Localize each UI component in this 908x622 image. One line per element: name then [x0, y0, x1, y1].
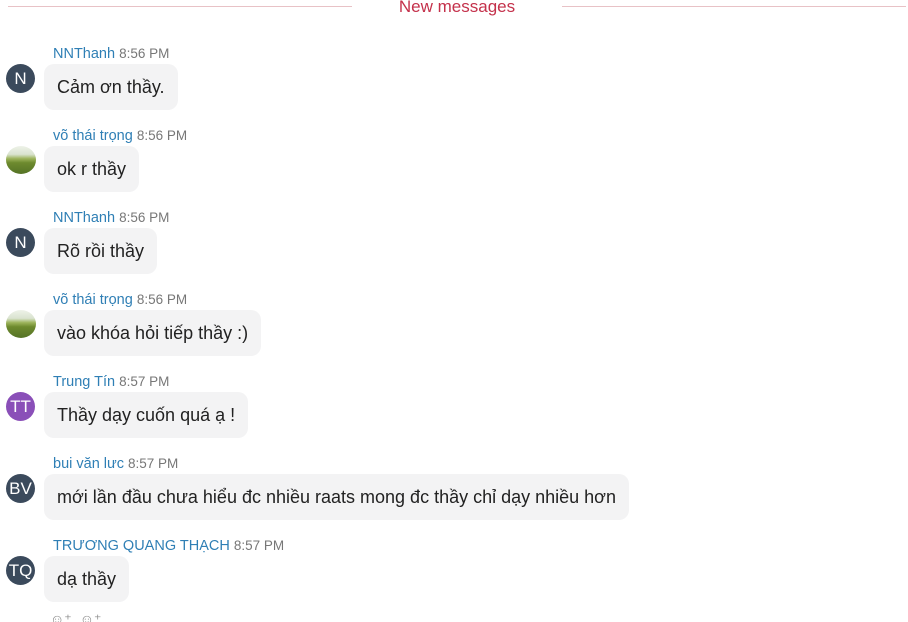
message-header: NNThanh 8:56 PM [53, 44, 169, 64]
message-bubble[interactable]: vào khóa hỏi tiếp thầy :) [44, 310, 262, 356]
chat-message: N NNThanh 8:56 PM Rõ rồi thầy [0, 208, 908, 290]
divider-line-left [8, 6, 352, 7]
message-bubble[interactable]: Rõ rồi thầy [44, 228, 158, 274]
sender-name[interactable]: NNThanh [53, 210, 115, 226]
sender-name[interactable]: võ thái trọng [53, 292, 133, 308]
divider-line-right [562, 6, 906, 7]
new-messages-divider: New messages [0, 0, 908, 16]
chat-message: BV bui văn lưc 8:57 PM mới lần đầu chưa h… [0, 454, 908, 536]
message-header: võ thái trọng 8:56 PM [53, 290, 187, 310]
avatar[interactable]: TT [6, 392, 35, 421]
reaction-bar: ☺⁺ ☺⁺ [50, 608, 130, 622]
avatar-photo[interactable] [6, 146, 36, 174]
message-header: võ thái trọng 8:56 PM [53, 126, 187, 146]
add-emoji-icon[interactable]: ☺⁺ [80, 611, 102, 622]
add-reaction-icon[interactable]: ☺⁺ [50, 611, 72, 622]
chat-message: võ thái trọng 8:56 PM ok r thầy [0, 126, 908, 208]
message-header: Trung Tín 8:57 PM [53, 372, 169, 392]
sender-name[interactable]: TRƯƠNG QUANG THẠCH [53, 538, 230, 554]
message-bubble[interactable]: dạ thầy [44, 556, 130, 602]
sender-name[interactable]: Trung Tín [53, 374, 115, 390]
avatar[interactable]: N [6, 64, 35, 93]
sender-name[interactable]: võ thái trọng [53, 128, 133, 144]
avatar[interactable]: TQ [6, 556, 35, 585]
message-time: 8:57 PM [119, 374, 170, 389]
chat-message: TT Trung Tín 8:57 PM Thầy dạy cuốn quá ạ … [0, 372, 908, 454]
sender-name[interactable]: NNThanh [53, 46, 115, 62]
message-bubble[interactable]: Thầy dạy cuốn quá ạ ! [44, 392, 249, 438]
sender-name[interactable]: bui văn lưc [53, 456, 124, 472]
avatar-photo[interactable] [6, 310, 36, 338]
message-bubble[interactable]: ok r thầy [44, 146, 140, 192]
message-header: NNThanh 8:56 PM [53, 208, 169, 228]
message-header: bui văn lưc 8:57 PM [53, 454, 178, 474]
message-time: 8:56 PM [119, 210, 170, 225]
message-bubble[interactable]: mới lần đầu chưa hiểu đc nhiều raats mon… [44, 474, 629, 520]
avatar[interactable]: N [6, 228, 35, 257]
message-time: 8:56 PM [136, 292, 188, 307]
chat-message: võ thái trọng 8:56 PM vào khóa hỏi tiếp t… [0, 290, 908, 372]
message-time: 8:57 PM [233, 538, 285, 553]
message-time: 8:56 PM [136, 128, 188, 143]
message-time: 8:56 PM [119, 46, 170, 61]
message-header: TRƯƠNG QUANG THẠCH 8:57 PM [53, 536, 284, 556]
message-time: 8:57 PM [127, 456, 179, 471]
avatar[interactable]: BV [6, 474, 35, 503]
new-messages-label: New messages [398, 0, 516, 16]
message-bubble[interactable]: Cảm ơn thầy. [44, 64, 178, 110]
chat-message: N NNThanh 8:56 PM Cảm ơn thầy. [0, 44, 908, 126]
chat-message: TQ TRƯƠNG QUANG THẠCH 8:57 PM dạ thầy [0, 536, 908, 618]
